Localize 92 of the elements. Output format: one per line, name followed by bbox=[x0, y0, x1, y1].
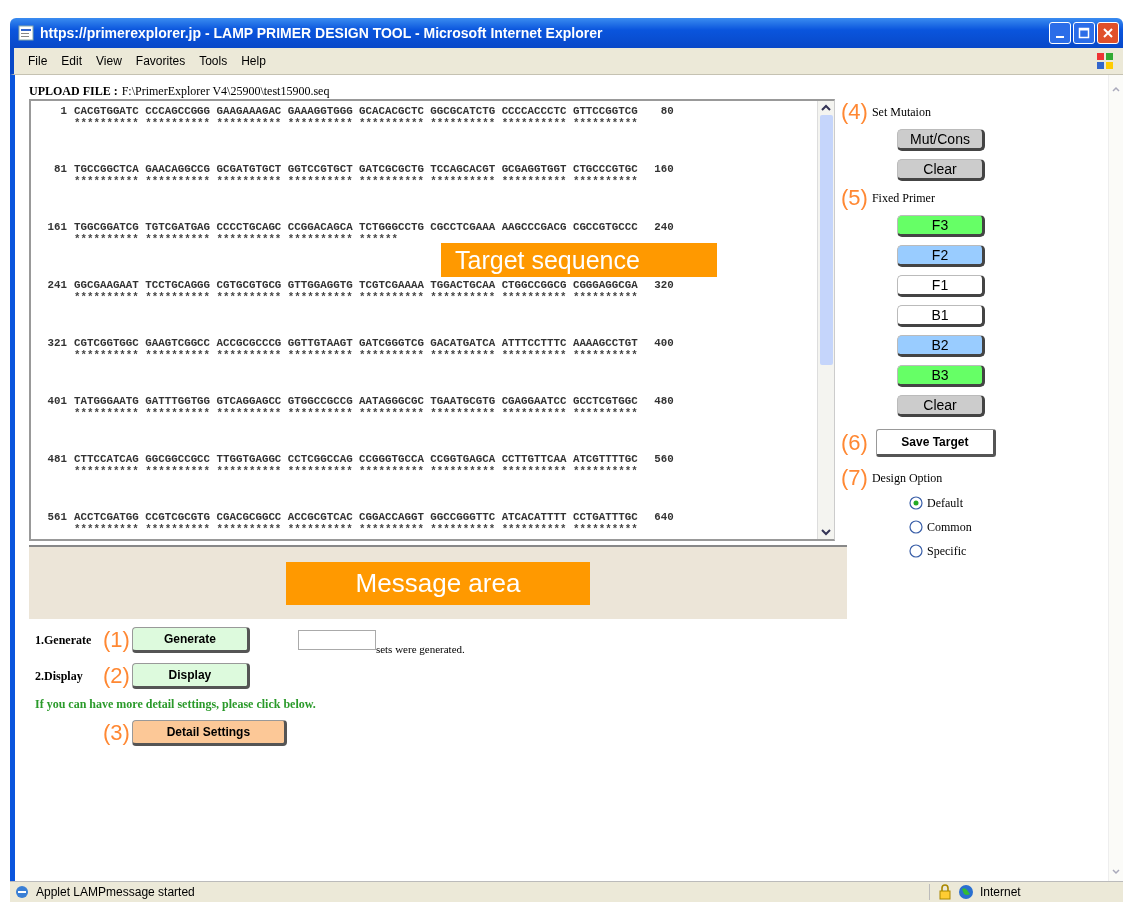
match-marks: ********** ********** ********** ********** ********** ********** ********** ********** bbox=[74, 291, 638, 303]
step-number: (7) bbox=[841, 465, 868, 491]
position-number: 320 bbox=[653, 279, 674, 291]
match-marks: ********** ********** ********** ********** ********** ********** ********** ********** bbox=[74, 465, 638, 477]
section-label: Set Mutaion bbox=[871, 104, 931, 120]
close-button[interactable] bbox=[1097, 22, 1119, 44]
primer-button[interactable]: F2 bbox=[897, 245, 985, 267]
generate-button[interactable]: Generate bbox=[131, 627, 250, 653]
step-number: (3) bbox=[103, 720, 130, 746]
menu-item[interactable]: Help bbox=[241, 54, 266, 68]
match-marks: ********** ********** ********** ********** ********** ********** ********** ********** bbox=[74, 349, 638, 361]
scrollbar[interactable] bbox=[817, 101, 834, 539]
sequence-text: CACGTGGATC CCCAGCCGGG GAAGAAAGAC GAAAGGTGGG GCACACGCTC GGCGCATCTG CCCCACCCTC GTTCCGGTCG bbox=[74, 105, 638, 117]
position-number: 321 bbox=[46, 337, 68, 349]
step-label: 2.Display bbox=[35, 668, 84, 684]
sequence-text: TATGGGAATG GATTTGGTGG GTCAGGAGCC GTGGCCGCCG AATAGGGCGC TGAATGCGTG CGAGGAATCC GCCTCGTGGC bbox=[74, 395, 638, 407]
zone-text: Internet bbox=[980, 885, 1021, 899]
lock-icon bbox=[938, 884, 952, 900]
radio-button[interactable] bbox=[909, 544, 923, 558]
position-number: 1 bbox=[59, 105, 68, 117]
position-number: 400 bbox=[653, 337, 674, 349]
match-marks: ********** ********** ********** ********** ********** ********** ********** ********** bbox=[74, 407, 638, 419]
globe-icon bbox=[958, 884, 974, 900]
display-button[interactable]: Display bbox=[131, 663, 250, 689]
match-marks: ********** ********** ********** ********** ********** ********** ********** ********** bbox=[74, 117, 638, 129]
maximize-icon bbox=[1078, 27, 1090, 39]
primer-button[interactable]: B1 bbox=[897, 305, 985, 327]
position-number: 161 bbox=[46, 221, 68, 233]
result-text: sets were generated. bbox=[375, 643, 465, 655]
save-target-button[interactable]: Save Target bbox=[875, 429, 996, 457]
radio-button[interactable] bbox=[909, 496, 923, 510]
position-number: 241 bbox=[46, 279, 68, 291]
step-number: (6) bbox=[841, 430, 868, 456]
step-number: (4) bbox=[841, 99, 868, 125]
position-number: 481 bbox=[46, 453, 68, 465]
sequence-text: TGCCGGCTCA GAACAGGCCG GCGATGTGCT GGTCCGTGCT GATCGCGCTG TCCAGCACGT GCGAGGTGGT CTGCCCGTGC bbox=[74, 163, 638, 175]
sequence-text: GGCGAAGAAT TCCTGCAGGG CGTGCGTGCG GTTGGAGGTG TCGTCGAAAA TGGACTGCAA CTGGCCGGCG CGGGAGGCGA bbox=[74, 279, 638, 291]
window-title: https://primerexplorer.jp - LAMP PRIMER DESIGN TOOL - Microsoft Internet Explorer bbox=[40, 25, 604, 41]
step-label: 1.Generate bbox=[35, 632, 93, 648]
match-marks: ********** ********** ********** ********** ****** bbox=[74, 233, 398, 245]
match-marks: ********** ********** ********** ********** ********** ********** ********** ********** bbox=[74, 175, 638, 187]
position-number: 561 bbox=[46, 511, 68, 523]
primer-button[interactable]: F3 bbox=[897, 215, 985, 237]
scroll-thumb[interactable] bbox=[819, 115, 833, 365]
callout-label: Target sequence bbox=[441, 243, 717, 277]
page-icon bbox=[18, 25, 34, 41]
detail-settings-button[interactable]: Detail Settings bbox=[131, 720, 287, 746]
position-number: 480 bbox=[653, 395, 674, 407]
radio-button[interactable] bbox=[909, 520, 923, 534]
mutation-button[interactable]: Mut/Cons bbox=[897, 129, 985, 151]
callout-label: Message area bbox=[286, 561, 590, 605]
position-number: 81 bbox=[53, 163, 68, 175]
mutation-button[interactable]: Clear bbox=[897, 159, 985, 181]
status-text: Applet LAMPmessage started bbox=[36, 885, 196, 899]
position-number: 401 bbox=[46, 395, 68, 407]
section-label: Design Option bbox=[871, 470, 943, 486]
sequence-text: CGTCGGTGGC GAAGTCGGCC ACCGCGCCCG GGTTGTAAGT GATCGGGTCG GACATGATCA ATTTCCTTTC AAAAGCCTGT bbox=[74, 337, 638, 349]
menu-item[interactable]: Edit bbox=[61, 54, 83, 68]
menu-item[interactable]: View bbox=[96, 54, 122, 68]
position-number: 80 bbox=[659, 105, 674, 117]
menu-item[interactable]: Favorites bbox=[135, 54, 186, 68]
primer-button[interactable]: B2 bbox=[897, 335, 985, 357]
sequence-text: ACCTCGATGG CCGTCGCGTG CGACGCGGCC ACCGCGTCAC CGGACCAGGT GGCCGGGTTC ATCACATTTT CCTGATTTGC bbox=[74, 511, 638, 523]
section-label: Fixed Primer bbox=[871, 190, 935, 206]
hint-text: If you can have more detail settings, please click below. bbox=[35, 697, 317, 712]
position-number: 560 bbox=[653, 453, 674, 465]
menu-item[interactable]: Tools bbox=[199, 54, 228, 68]
primer-button[interactable]: F1 bbox=[897, 275, 985, 297]
radio-option[interactable]: Specific bbox=[909, 539, 967, 563]
menu-item[interactable]: File bbox=[28, 54, 48, 68]
windows-logo-icon bbox=[1095, 51, 1115, 71]
maximize-button[interactable] bbox=[1073, 22, 1095, 44]
minimize-icon bbox=[1056, 36, 1064, 38]
sequence-text: CTTCCATCAG GGCGGCCGCC TTGGTGAGGC CCTCGGCCAG CCGGGTGCCA CCGGTGAGCA CCTTGTTCAA ATCGTTTTGC bbox=[74, 453, 638, 465]
radio-option[interactable]: Common bbox=[909, 515, 972, 539]
primer-button[interactable]: Clear bbox=[897, 395, 985, 417]
match-marks: ********** ********** ********** ********** ********** ********** ********** ********** bbox=[74, 523, 638, 535]
file-path: F:\PrimerExplorer V4\25900\test15900.seq bbox=[121, 84, 330, 99]
close-icon bbox=[1102, 27, 1114, 39]
step-number: (5) bbox=[841, 185, 868, 211]
step-number: (2) bbox=[103, 663, 130, 689]
step-number: (1) bbox=[103, 627, 130, 653]
position-number: 640 bbox=[653, 511, 674, 523]
minimize-button[interactable] bbox=[1049, 22, 1071, 44]
primer-button[interactable]: B3 bbox=[897, 365, 985, 387]
sequence-text: TGGCGGATCG TGTCGATGAG CCCCTGCAGC CCGGACAGCA TCTGGGCCTG CGCCTCGAAA AAGCCCGACG CGCCGTGCCC bbox=[74, 221, 638, 233]
position-number: 160 bbox=[653, 163, 674, 175]
radio-option[interactable]: Default bbox=[909, 491, 963, 515]
position-number: 240 bbox=[653, 221, 674, 233]
page-icon bbox=[14, 884, 30, 900]
count-field[interactable] bbox=[297, 630, 376, 650]
upload-label: UPLOAD FILE : bbox=[29, 84, 118, 99]
